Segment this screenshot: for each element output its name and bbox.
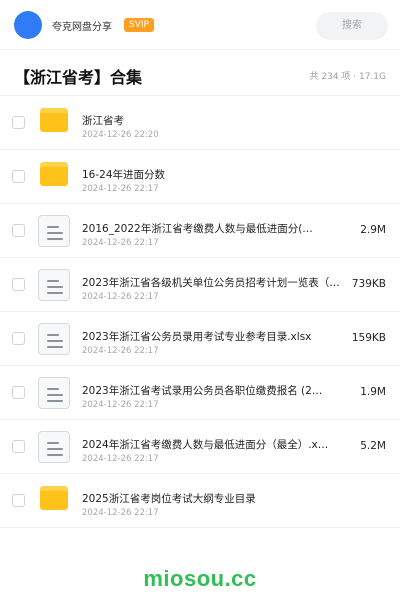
file-date: 2024-12-26 22:17 [82,238,159,248]
file-list: 浙江省考 2024-12-26 22:20 16-24年进面分数 2024-12… [0,96,400,528]
checkbox[interactable] [12,224,25,237]
username: 夸克网盘分享 [52,22,112,33]
list-item[interactable]: 2024年浙江省考缴费人数与最低进面分（最全）.x… 2024-12-26 22… [0,420,400,474]
folder-icon [40,486,68,510]
checkbox[interactable] [12,116,25,129]
list-item[interactable]: 浙江省考 2024-12-26 22:20 [0,96,400,150]
file-name: 2023年浙江省各级机关单位公务员招考计划一览表（… [82,277,340,289]
list-item[interactable]: 2023年浙江省考试录用公务员各职位缴费报名 (2… 2024-12-26 22… [0,366,400,420]
file-name: 2025浙江省考岗位考试大纲专业目录 [82,493,256,505]
checkbox[interactable] [12,494,25,507]
list-item[interactable]: 2023年浙江省公务员录用考试专业参考目录.xlsx 2024-12-26 22… [0,312,400,366]
list-item[interactable]: 2025浙江省考岗位考试大纲专业目录 2024-12-26 22:17 [0,474,400,528]
top-bar: 夸克网盘分享 SVIP 搜索 [0,0,400,50]
file-date: 2024-12-26 22:20 [82,130,159,140]
page-title: 【浙江省考】合集 [14,68,143,87]
checkbox[interactable] [12,278,25,291]
file-date: 2024-12-26 22:17 [82,184,159,194]
file-size: 2.9M [360,224,386,236]
document-icon [38,323,70,355]
list-item[interactable]: 2023年浙江省各级机关单位公务员招考计划一览表（… 2024-12-26 22… [0,258,400,312]
list-item[interactable]: 16-24年进面分数 2024-12-26 22:17 [0,150,400,204]
file-date: 2024-12-26 22:17 [82,346,159,356]
document-icon [38,377,70,409]
document-icon [38,215,70,247]
file-date: 2024-12-26 22:17 [82,400,159,410]
file-name: 2023年浙江省考试录用公务员各职位缴费报名 (2… [82,385,323,397]
list-item[interactable]: 2016_2022年浙江省考缴费人数与最低进面分(… 2024-12-26 22… [0,204,400,258]
file-size: 739KB [351,278,386,290]
title-bar: 【浙江省考】合集 共 234 项 · 17.1G [0,50,400,96]
checkbox[interactable] [12,332,25,345]
search-input[interactable]: 搜索 [316,12,388,40]
file-name: 16-24年进面分数 [82,169,166,181]
file-date: 2024-12-26 22:17 [82,454,159,464]
file-date: 2024-12-26 22:17 [82,508,159,518]
watermark: miosou.cc [143,566,257,591]
checkbox[interactable] [12,386,25,399]
folder-icon [40,162,68,186]
file-size: 5.2M [360,440,386,452]
checkbox[interactable] [12,440,25,453]
file-size: 159KB [351,332,386,344]
file-name: 2023年浙江省公务员录用考试专业参考目录.xlsx [82,331,312,343]
file-name: 2016_2022年浙江省考缴费人数与最低进面分(… [82,223,313,235]
svip-badge: SVIP [124,18,154,32]
file-size: 1.9M [360,386,386,398]
file-name: 浙江省考 [82,115,124,127]
avatar[interactable] [14,11,42,39]
collection-meta: 共 234 项 · 17.1G [309,72,387,82]
file-date: 2024-12-26 22:17 [82,292,159,302]
file-name: 2024年浙江省考缴费人数与最低进面分（最全）.x… [82,439,329,451]
folder-icon [40,108,68,132]
document-icon [38,431,70,463]
document-icon [38,269,70,301]
checkbox[interactable] [12,170,25,183]
